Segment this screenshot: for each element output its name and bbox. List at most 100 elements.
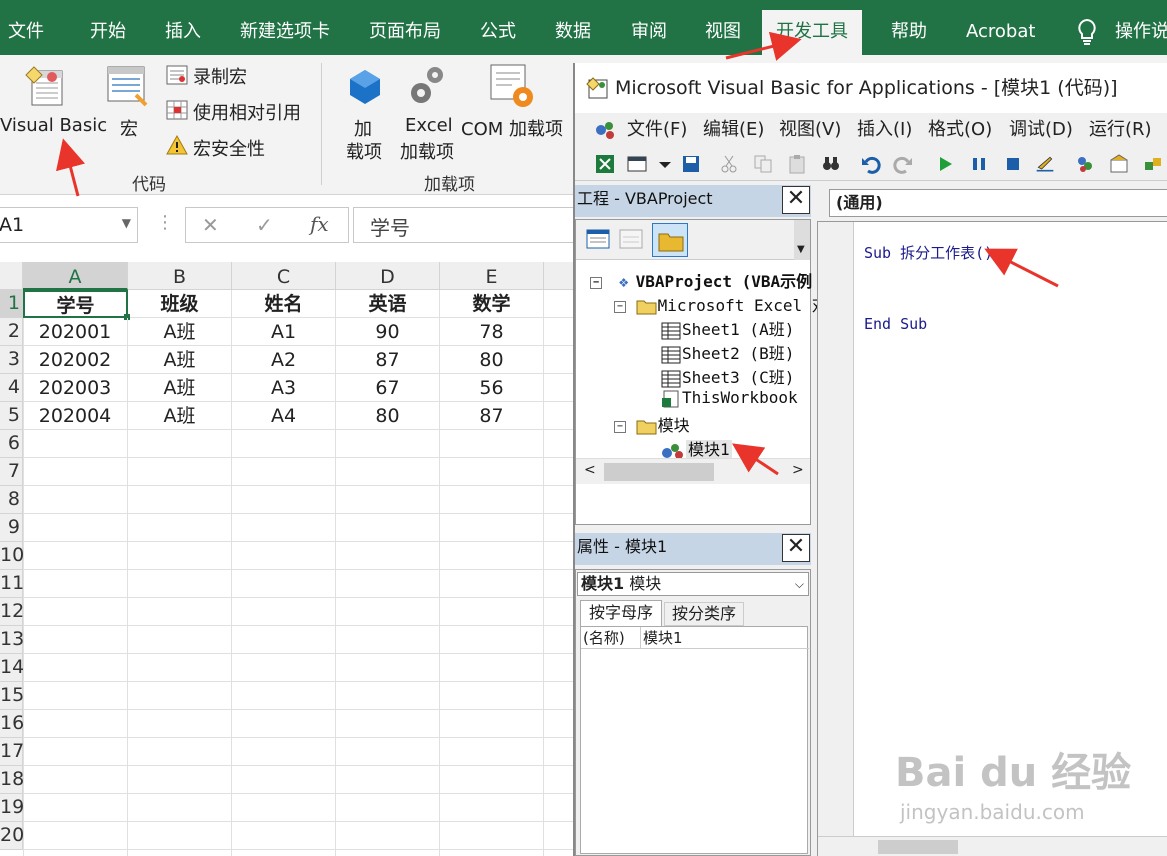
row-header[interactable]: 7 bbox=[0, 458, 23, 486]
row-header[interactable]: 9 bbox=[0, 514, 23, 542]
vba-menu-format[interactable]: 格式(O) bbox=[928, 113, 992, 147]
excel-add-ins-label-1[interactable]: Excel bbox=[405, 115, 453, 136]
table-cell[interactable]: A班 bbox=[128, 402, 232, 430]
vba-menu-file[interactable]: 文件(F) bbox=[627, 113, 687, 147]
formula-input[interactable]: 学号 bbox=[353, 207, 583, 243]
tab-tell-me[interactable]: 操作说 bbox=[1115, 0, 1167, 55]
view-object-icon[interactable] bbox=[619, 228, 643, 250]
tree-root[interactable]: − ❖ VBAProject (VBA示例 bbox=[590, 268, 812, 292]
save-icon[interactable] bbox=[681, 154, 701, 174]
table-cell[interactable]: A3 bbox=[232, 374, 336, 402]
com-add-ins-button[interactable]: COM 加载项 bbox=[461, 115, 563, 141]
cell-a1[interactable]: 学号 bbox=[23, 290, 128, 318]
scrollbar[interactable]: ▼ bbox=[794, 220, 810, 260]
table-cell[interactable]: 80 bbox=[440, 346, 544, 374]
tab-view[interactable]: 视图 bbox=[705, 0, 741, 55]
paste-icon[interactable] bbox=[787, 154, 807, 174]
scroll-left-icon[interactable]: < bbox=[584, 462, 596, 478]
table-cell[interactable]: 80 bbox=[336, 402, 440, 430]
tab-page-layout[interactable]: 页面布局 bbox=[369, 0, 441, 55]
break-icon[interactable] bbox=[969, 154, 989, 174]
chevron-down-icon[interactable]: ▼ bbox=[122, 216, 131, 230]
macro-button[interactable]: 宏 bbox=[120, 115, 138, 141]
redo-icon[interactable] bbox=[893, 154, 913, 174]
row-header[interactable]: 17 bbox=[0, 738, 24, 766]
table-cell[interactable]: 202001 bbox=[23, 318, 128, 346]
properties-window-icon[interactable] bbox=[1109, 154, 1129, 174]
table-cell[interactable]: 90 bbox=[336, 318, 440, 346]
table-cell[interactable]: 87 bbox=[440, 402, 544, 430]
tab-file[interactable]: 文件 bbox=[8, 0, 44, 55]
close-icon[interactable]: ✕ bbox=[782, 186, 810, 214]
vba-menu-view[interactable]: 视图(V) bbox=[779, 113, 841, 147]
table-cell[interactable]: A班 bbox=[128, 374, 232, 402]
table-cell[interactable]: 78 bbox=[440, 318, 544, 346]
table-cell[interactable]: 202003 bbox=[23, 374, 128, 402]
row-header[interactable]: 8 bbox=[0, 486, 23, 514]
add-ins-label-2[interactable]: 载项 bbox=[346, 138, 382, 164]
row-header[interactable]: 13 bbox=[0, 626, 24, 654]
column-header-d[interactable]: D bbox=[336, 262, 440, 290]
row-header[interactable]: 16 bbox=[0, 710, 24, 738]
table-cell[interactable]: 202004 bbox=[23, 402, 128, 430]
row-header[interactable]: 15 bbox=[0, 682, 24, 710]
undo-icon[interactable] bbox=[861, 154, 881, 174]
row-header[interactable]: 5 bbox=[0, 402, 23, 430]
column-header-f[interactable] bbox=[544, 262, 575, 290]
table-cell[interactable]: A班 bbox=[128, 346, 232, 374]
scrollbar-thumb[interactable] bbox=[878, 840, 958, 854]
row-header[interactable]: 14 bbox=[0, 654, 24, 682]
tab-acrobat[interactable]: Acrobat bbox=[966, 0, 1035, 55]
row-header[interactable]: 20 bbox=[0, 822, 24, 850]
chevron-down-icon[interactable]: ⌵ bbox=[795, 573, 804, 595]
table-cell[interactable]: A班 bbox=[128, 318, 232, 346]
row-header[interactable]: 3 bbox=[0, 346, 23, 374]
row-header[interactable]: 11 bbox=[0, 570, 24, 598]
close-icon[interactable]: ✕ bbox=[782, 534, 810, 562]
row-header[interactable]: 19 bbox=[0, 794, 24, 822]
design-mode-icon[interactable] bbox=[1035, 154, 1055, 174]
tree-module1[interactable]: 模块1 bbox=[660, 436, 732, 460]
enter-icon[interactable]: ✓ bbox=[256, 213, 273, 237]
excel-add-ins-label-2[interactable]: 加载项 bbox=[400, 138, 454, 164]
tab-review[interactable]: 审阅 bbox=[631, 0, 667, 55]
toggle-folders-button[interactable] bbox=[652, 223, 688, 257]
column-header-e[interactable]: E bbox=[440, 262, 544, 290]
tree-excel-objects[interactable]: − Microsoft Excel 对 bbox=[614, 292, 828, 316]
tree-sheet2[interactable]: Sheet2 (B班) bbox=[660, 340, 794, 364]
macro-security-button[interactable]: 宏安全性 bbox=[193, 135, 265, 161]
view-excel-icon[interactable] bbox=[595, 154, 615, 174]
tab-formulas[interactable]: 公式 bbox=[480, 0, 516, 55]
find-icon[interactable] bbox=[821, 154, 841, 174]
column-header-a[interactable]: A bbox=[23, 262, 128, 290]
table-cell[interactable]: A1 bbox=[232, 318, 336, 346]
vba-menu-icon[interactable] bbox=[593, 119, 617, 141]
copy-icon[interactable] bbox=[753, 154, 773, 174]
table-cell[interactable]: A4 bbox=[232, 402, 336, 430]
row-header[interactable]: 4 bbox=[0, 374, 23, 402]
cell-d1[interactable]: 英语 bbox=[336, 290, 440, 318]
chevron-down-icon[interactable] bbox=[655, 154, 675, 174]
vba-menu-debug[interactable]: 调试(D) bbox=[1009, 113, 1073, 147]
table-cell[interactable]: 87 bbox=[336, 346, 440, 374]
drag-handle-icon[interactable]: ⋮ bbox=[156, 212, 174, 233]
row-header[interactable]: 18 bbox=[0, 766, 24, 794]
cell-e1[interactable]: 数学 bbox=[440, 290, 544, 318]
vba-menu-run[interactable]: 运行(R) bbox=[1089, 113, 1152, 147]
table-cell[interactable]: A2 bbox=[232, 346, 336, 374]
property-row[interactable]: (名称) 模块1 bbox=[581, 627, 809, 649]
tab-categorized[interactable]: 按分类序 bbox=[664, 602, 744, 626]
tab-developer[interactable]: 开发工具 bbox=[762, 10, 862, 55]
scrollbar-thumb[interactable] bbox=[604, 463, 714, 481]
vba-menu-insert[interactable]: 插入(I) bbox=[857, 113, 912, 147]
tab-help[interactable]: 帮助 bbox=[891, 0, 927, 55]
tab-home[interactable]: 开始 bbox=[90, 0, 126, 55]
select-all-corner[interactable] bbox=[0, 262, 23, 290]
properties-object-select[interactable]: 模块1 模块 ⌵ bbox=[577, 572, 809, 596]
row-header[interactable]: 1 bbox=[0, 290, 23, 318]
tab-new[interactable]: 新建选项卡 bbox=[240, 0, 330, 55]
tree-modules[interactable]: − 模块 bbox=[614, 412, 690, 436]
reset-icon[interactable] bbox=[1003, 154, 1023, 174]
cell-b1[interactable]: 班级 bbox=[128, 290, 232, 318]
row-header[interactable]: 6 bbox=[0, 430, 23, 458]
